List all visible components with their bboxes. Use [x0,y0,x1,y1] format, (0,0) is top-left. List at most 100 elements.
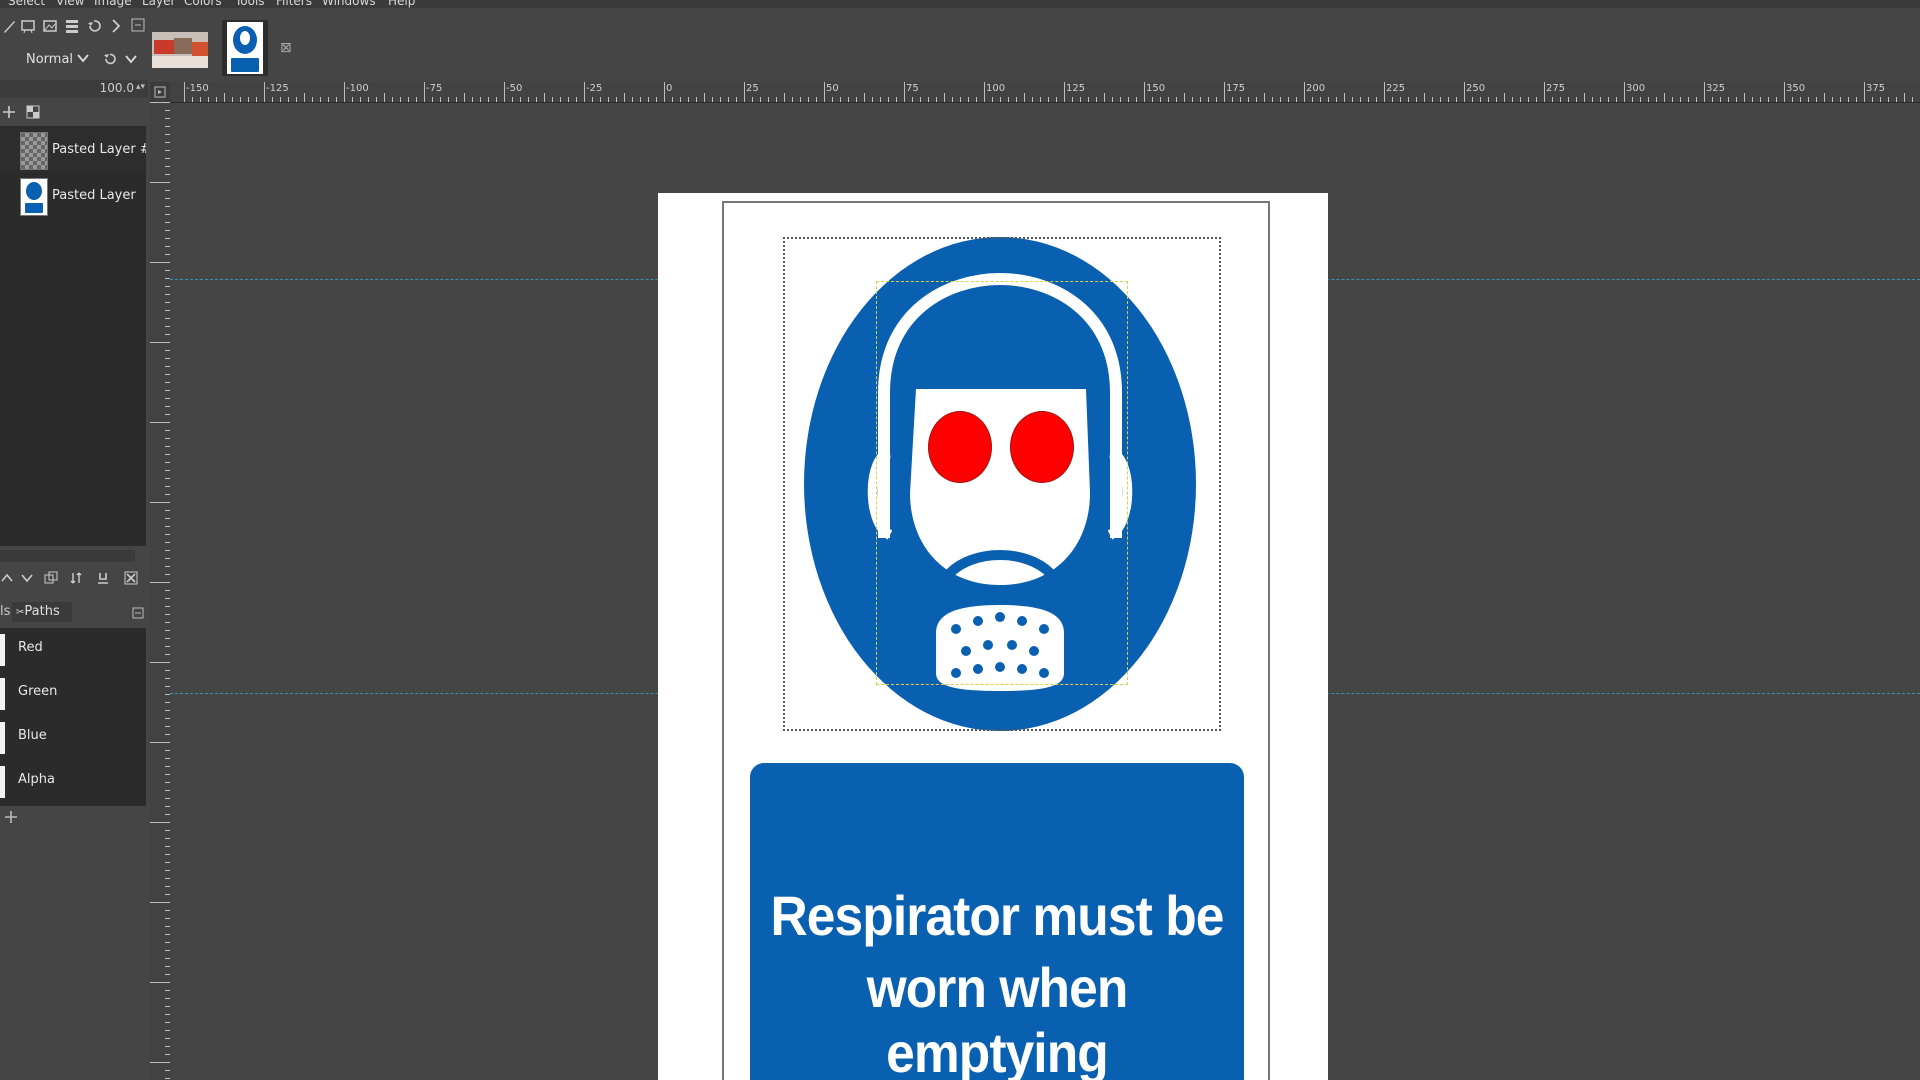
ruler-tick [1840,97,1841,102]
ruler-tick [1640,97,1641,102]
ruler-tick [1544,82,1545,102]
ruler-tick-label: 75 [906,83,919,94]
chevron-down-icon[interactable] [124,51,138,70]
ruler-tick [150,502,170,503]
channel-row[interactable]: Alpha [0,760,146,802]
ruler-tick [248,97,249,102]
ruler-tick [416,97,417,102]
channel-row[interactable]: Red [0,628,146,670]
ruler-tick [1912,97,1913,102]
ruler-tick [1696,97,1697,102]
move-icon[interactable] [2,104,16,123]
menu-image[interactable]: Image [94,0,132,8]
chevron-right-icon[interactable] [106,18,126,38]
image-tab-active[interactable] [222,20,268,76]
menu-filters[interactable]: Filters [276,0,312,8]
tab-paths[interactable]: ✂Paths [12,602,72,622]
ruler-corner[interactable] [150,82,170,102]
menu-help[interactable]: Help [388,0,415,8]
move-icon[interactable] [4,810,20,826]
ruler-tick [1792,97,1793,102]
ruler-tick [1400,97,1401,102]
layer-mode-select[interactable]: Normal [26,52,73,67]
alpha-lock-icon[interactable] [26,104,40,123]
ruler-tick-label: 25 [746,83,759,94]
spin-arrows-icon[interactable]: ▴▾ [136,82,145,92]
ruler-tick [696,97,697,102]
duplicate-layer-icon[interactable] [44,570,58,589]
ruler-tick [880,97,881,102]
ruler-tick [464,93,465,102]
ruler-tick [1688,97,1689,102]
ruler-tick [1832,97,1833,102]
ruler-tick [376,97,377,102]
ruler-tick [608,97,609,102]
layers-header [0,100,148,124]
menu-colors[interactable]: Colors [184,0,222,8]
ruler-tick [896,97,897,102]
delete-layer-icon[interactable] [124,570,138,589]
image-icon[interactable] [40,18,60,38]
layers-scrollbar[interactable] [0,550,135,562]
dock-tabs: ls ✂Paths [0,600,148,624]
menu-tools[interactable]: Tools [235,0,265,8]
menu-view[interactable]: View [56,0,84,8]
ruler-tick [776,97,777,102]
ruler-tick [648,97,649,102]
ruler-tick [1000,97,1001,102]
image-page: Respirator must be worn when emptying [658,193,1328,1080]
layer-boundary[interactable] [876,281,1128,685]
ruler-tick [1736,97,1737,102]
ruler-tick [296,97,297,102]
reset-mode-icon[interactable] [102,51,118,71]
ruler-tick [576,97,577,102]
ruler-tick [1360,97,1361,102]
vertical-ruler[interactable] [150,102,171,1080]
dock-menu-icon[interactable] [132,604,144,623]
layers-stack-icon[interactable] [62,18,82,38]
ruler-tick [1096,97,1097,102]
ruler-tick-label: 250 [1466,83,1486,94]
ruler-tick [192,97,193,102]
ruler-tick [760,97,761,102]
layer-row[interactable]: Pasted Layer # [0,128,146,172]
layer-row[interactable]: Pasted Layer [0,174,146,218]
opacity-field[interactable]: 100.0 ▴▾ [0,80,148,98]
image-canvas[interactable]: Respirator must be worn when emptying [170,103,1920,1080]
ruler-tick [400,97,401,102]
ruler-tick [1480,97,1481,102]
ruler-tick [584,82,585,102]
ruler-tick [704,93,705,102]
ruler-tick [256,97,257,102]
chevron-down-icon[interactable] [76,51,90,68]
menu-select[interactable]: Select [8,0,45,8]
channel-row[interactable]: Green [0,672,146,714]
channel-row[interactable]: Blue [0,716,146,758]
ruler-tick [1200,97,1201,102]
dock-menu-icon[interactable] [128,18,148,38]
undo-icon[interactable] [84,18,104,38]
image-tab[interactable] [150,20,210,76]
ruler-tick [472,97,473,102]
ruler-tick [1152,97,1153,102]
ruler-tick [1848,97,1849,102]
horizontal-ruler[interactable]: -150 -125 -100 -75 -50 -25 0 25 50 75 100 125 150 175… [170,82,1920,103]
ruler-tick-label: -75 [426,83,443,94]
raise-layer-icon[interactable] [0,570,14,589]
merge-layer-icon[interactable] [96,570,110,589]
ruler-tick [360,97,361,102]
ruler-tick [1304,82,1305,102]
ruler-tick [688,97,689,102]
tab-channels[interactable]: ls [0,604,10,619]
transform-icon[interactable] [18,18,38,38]
ruler-tick [1592,97,1593,102]
close-icon[interactable]: ⊠ [280,40,292,56]
lower-layer-icon[interactable] [20,570,34,589]
paintbrush-icon[interactable] [0,18,20,38]
ruler-tick [1512,97,1513,102]
layers-list: Pasted Layer # Pasted Layer [0,126,146,546]
anchor-layer-icon[interactable] [70,570,84,589]
menu-windows[interactable]: Windows [322,0,376,8]
ruler-tick [150,342,170,343]
menu-layer[interactable]: Layer [142,0,175,8]
